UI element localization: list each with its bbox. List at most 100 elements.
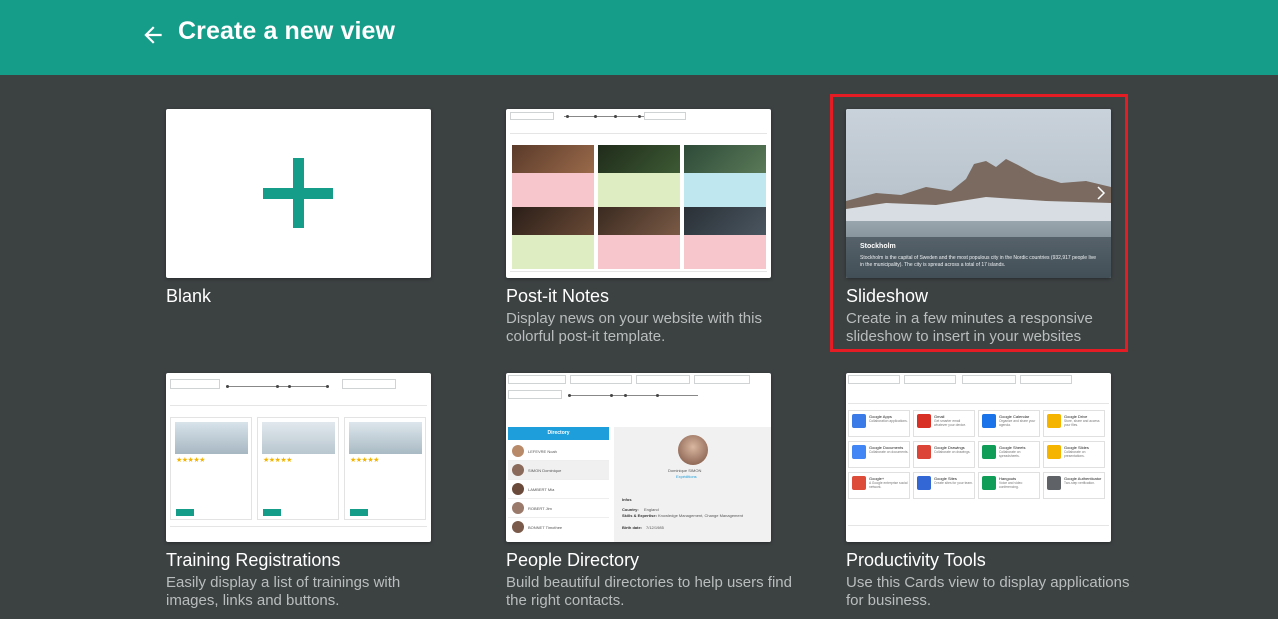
blank-thumbnail[interactable] [166,109,431,278]
app-icon [852,414,866,428]
app-icon [1047,445,1061,459]
app-description: Organize and share your agenda. [999,419,1036,427]
divider [510,133,767,134]
app-card: Google Authenticator Two-step verificatio… [1043,472,1105,499]
directory-list: LEFEVRE Noah SIMON Dominique LAMBERT Mia… [508,440,609,542]
back-arrow-icon[interactable] [140,22,166,48]
card-title: Blank [166,286,212,306]
app-description: Two-step verification. [1064,481,1095,485]
people-directory-thumbnail[interactable]: Directory LEFEVRE Noah SIMON Dominique L… [506,373,771,542]
post-it-note [684,145,766,207]
app-icon [852,476,866,490]
category-filter [510,112,554,120]
card-description: Use this Cards view to display applicati… [846,574,1130,609]
divider [848,525,1109,526]
app-description: Collaborate on drawings. [934,450,971,454]
profile-role: Expéditions [676,474,697,479]
post-it-note [512,207,594,269]
person-row: ROBERT Jim [508,499,609,518]
search-filter [508,375,566,384]
app-card: Google Apps Collaboration applications. [848,410,910,437]
person-row: SIMON Dominique [508,461,609,480]
post-it-note [512,145,594,207]
slideshow-thumbnail[interactable]: Stockholm Stockholm is the capital of Sw… [846,109,1111,278]
app-card: Google+ A Google enterprise social networ… [848,472,910,499]
slide-caption-title: Stockholm [860,243,896,250]
app-description: Create sites for your team. [934,481,973,485]
divider [170,526,427,527]
date-slider-track [568,395,698,396]
app-card: Gmail Get smarter email whatever your dev… [913,410,975,437]
divider [510,271,767,272]
date-slider-handle [594,115,597,118]
avatar [512,502,524,514]
info-label: Infos [622,497,632,502]
card-title: Slideshow [846,286,929,306]
last-name-filter [570,375,632,384]
app-icon [982,445,996,459]
slide-caption-text: Stockholm is the capital of Sweden and t… [860,255,1096,268]
date-slider-track [564,116,644,117]
app-icon [917,476,931,490]
plus-icon [263,158,333,228]
app-icon [852,445,866,459]
department-filter [694,375,750,384]
app-description: Collaborate on documents. [869,450,909,454]
person-row: LAMBERT Mia [508,480,609,499]
date-slider-handle [566,115,569,118]
card-description: Build beautiful directories to help user… [506,574,792,609]
avatar [512,445,524,457]
profile-panel: Dominique SIMON Expéditions Infos Countr… [614,427,771,542]
person-row: LEFEVRE Noah [508,442,609,461]
app-card: Google Calendar Organize and share your a… [978,410,1040,437]
date-slider-handle [610,394,613,397]
card-title: Post-it Notes [506,286,610,306]
post-it-notes-thumbnail[interactable] [506,109,771,278]
date-slider-handle [288,385,291,388]
post-it-note [684,207,766,269]
date-slider-handle [624,394,627,397]
stockholm-photo [846,109,1111,278]
date-slider-handle [226,385,229,388]
card-description: Display news on your website with this c… [506,310,762,345]
training-card: ★★★★★ [344,417,426,520]
app-card: Hangouts Voice and video conferencing. [978,472,1040,499]
card-title: Training Registrations [166,550,341,570]
divider [848,403,1109,404]
date-slider-handle [276,385,279,388]
training-card: ★★★★★ [170,417,252,520]
date-slider-handle [638,115,641,118]
person-row: BONNET Timothee [508,518,609,536]
app-icon [917,445,931,459]
vendor-filter [904,375,956,384]
app-description: Collaborate on spreadsheets. [999,450,1021,458]
app-icon [982,476,996,490]
domain-filter [848,375,900,384]
app-description: Store, share and access your files. [1064,419,1100,427]
skills-filter [508,390,562,399]
app-description: A Google enterprise social network. [869,481,908,489]
app-card: Google Sheets Collaborate on spreadsheets… [978,441,1040,468]
card-description: Easily display a list of trainings with … [166,574,401,609]
training-registrations-thumbnail[interactable]: ★★★★★ ★★★★★ ★★★★★ [166,373,431,542]
app-icon [1047,414,1061,428]
page-title: Create a new view [178,17,396,45]
header-bar: Create a new view [0,0,1278,75]
profile-name: Dominique SIMON [668,468,702,473]
avatar [512,521,524,533]
app-card: Google Drive Store, share and access your… [1043,410,1105,437]
app-description: Collaboration applications. [869,419,908,423]
training-card: ★★★★★ [257,417,339,520]
search-filter [342,379,396,389]
app-icon [982,414,996,428]
app-card: Google Documents Collaborate on documents… [848,441,910,468]
productivity-tools-thumbnail[interactable]: Google Apps Collaboration applications. Gm… [846,373,1111,542]
card-title: Productivity Tools [846,550,986,570]
date-slider-handle [656,394,659,397]
avatar [512,464,524,476]
category-filter [170,379,220,389]
post-it-note [598,207,680,269]
avatar [512,483,524,495]
date-slider-handle [614,115,617,118]
apps-grid: Google Apps Collaboration applications. Gm… [848,410,1110,522]
